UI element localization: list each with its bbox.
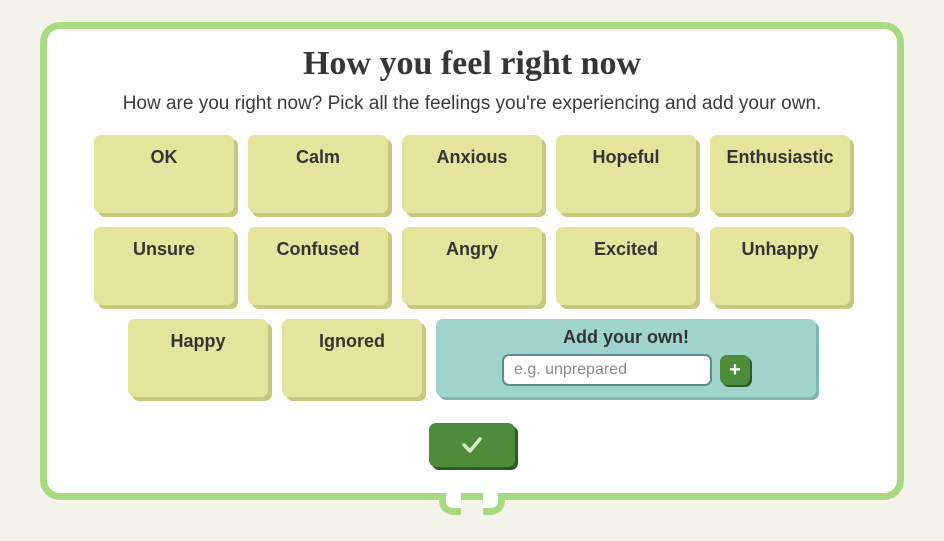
- feeling-confused[interactable]: Confused: [248, 227, 388, 305]
- tail-right: [483, 493, 505, 515]
- feeling-label: Angry: [446, 239, 498, 259]
- add-your-own-card: Add your own! +: [436, 319, 816, 397]
- tail-left: [439, 493, 461, 515]
- feeling-label: OK: [151, 147, 178, 167]
- feeling-ok[interactable]: OK: [94, 135, 234, 213]
- feeling-anxious[interactable]: Anxious: [402, 135, 542, 213]
- feeling-calm[interactable]: Calm: [248, 135, 388, 213]
- feeling-label: Ignored: [319, 331, 385, 351]
- page-title: How you feel right now: [87, 45, 857, 83]
- feelings-grid: OK Calm Anxious Hopeful Enthusiastic Uns…: [87, 135, 857, 397]
- add-your-own-label: Add your own!: [436, 327, 816, 348]
- plus-icon: +: [729, 360, 741, 380]
- feeling-label: Calm: [296, 147, 340, 167]
- feeling-label: Hopeful: [593, 147, 660, 167]
- feeling-label: Confused: [277, 239, 360, 259]
- submit-button[interactable]: [429, 423, 515, 467]
- speech-bubble-tail: [439, 493, 505, 515]
- feeling-hopeful[interactable]: Hopeful: [556, 135, 696, 213]
- feeling-happy[interactable]: Happy: [128, 319, 268, 397]
- feeling-unsure[interactable]: Unsure: [94, 227, 234, 305]
- feeling-label: Unhappy: [741, 239, 818, 259]
- add-your-own-input[interactable]: [502, 354, 712, 386]
- feelings-panel: How you feel right now How are you right…: [40, 22, 904, 500]
- add-your-own-row: +: [436, 354, 816, 386]
- feeling-angry[interactable]: Angry: [402, 227, 542, 305]
- page-subtitle: How are you right now? Pick all the feel…: [87, 93, 857, 115]
- feeling-excited[interactable]: Excited: [556, 227, 696, 305]
- feeling-unhappy[interactable]: Unhappy: [710, 227, 850, 305]
- feeling-enthusiastic[interactable]: Enthusiastic: [710, 135, 850, 213]
- submit-row: [87, 423, 857, 467]
- feeling-label: Unsure: [133, 239, 195, 259]
- check-icon: [460, 433, 484, 457]
- feeling-label: Anxious: [436, 147, 507, 167]
- feeling-label: Happy: [170, 331, 225, 351]
- feeling-label: Enthusiastic: [726, 147, 833, 167]
- feeling-label: Excited: [594, 239, 658, 259]
- feeling-ignored[interactable]: Ignored: [282, 319, 422, 397]
- add-feeling-button[interactable]: +: [720, 355, 750, 385]
